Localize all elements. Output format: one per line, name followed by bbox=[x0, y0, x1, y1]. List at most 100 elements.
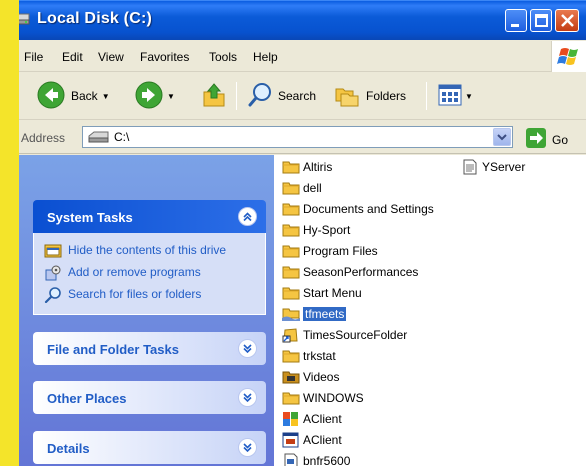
go-arrow-icon bbox=[526, 128, 546, 151]
search-icon bbox=[247, 81, 273, 112]
other-places-header[interactable]: Other Places bbox=[33, 381, 266, 414]
file-name: Videos bbox=[303, 369, 340, 384]
file-folder-tasks-header[interactable]: File and Folder Tasks bbox=[33, 332, 266, 365]
folders-button[interactable]: Folders bbox=[333, 81, 406, 111]
close-button[interactable] bbox=[555, 9, 579, 32]
video-folder-icon bbox=[282, 369, 300, 385]
go-label: Go bbox=[552, 132, 569, 147]
file-name: TimesSourceFolder bbox=[303, 327, 408, 342]
details-group: Details bbox=[33, 431, 266, 464]
file-item[interactable]: WINDOWS bbox=[282, 388, 364, 407]
file-item[interactable]: TimesSourceFolder bbox=[282, 325, 407, 344]
standard-toolbar: Back ▼ ▼ Search Folders ▼ bbox=[0, 72, 586, 120]
views-button[interactable]: ▼ bbox=[437, 81, 473, 111]
details-header[interactable]: Details bbox=[33, 431, 266, 464]
drive-icon bbox=[87, 131, 111, 146]
task-label: Add or remove programs bbox=[68, 265, 201, 279]
folder-icon bbox=[282, 243, 300, 259]
expand-chevron-icon[interactable] bbox=[238, 388, 257, 407]
explorer-window: Local Disk (C:) File Edit View Favorites… bbox=[0, 0, 586, 466]
address-dropdown-button[interactable] bbox=[493, 128, 511, 146]
forward-button[interactable]: ▼ bbox=[135, 81, 175, 111]
toolbar-separator bbox=[426, 82, 427, 110]
file-name: WINDOWS bbox=[303, 390, 364, 405]
expand-chevron-icon[interactable] bbox=[238, 339, 257, 358]
hide-contents-icon bbox=[44, 243, 62, 259]
folder-icon bbox=[282, 264, 300, 280]
file-name: AClient bbox=[303, 411, 342, 426]
file-item[interactable]: AClient bbox=[282, 430, 342, 449]
file-name: Altiris bbox=[303, 159, 333, 174]
file-item[interactable]: Hy-Sport bbox=[282, 220, 350, 239]
file-icon bbox=[282, 453, 300, 466]
file-item[interactable]: trkstat bbox=[282, 346, 336, 365]
task-label: Hide the contents of this drive bbox=[68, 243, 227, 257]
file-item[interactable]: SeasonPerformances bbox=[282, 262, 418, 281]
file-item[interactable]: AClient bbox=[282, 409, 342, 428]
shortcut-icon bbox=[282, 327, 300, 343]
menu-favorites[interactable]: Favorites bbox=[140, 50, 189, 64]
file-name: bnfr5600 bbox=[303, 453, 351, 466]
title-bar[interactable]: Local Disk (C:) bbox=[0, 0, 586, 40]
expand-chevron-icon[interactable] bbox=[238, 438, 257, 457]
file-item[interactable]: Start Menu bbox=[282, 283, 362, 302]
system-tasks-header[interactable]: System Tasks bbox=[33, 200, 266, 233]
task-add-remove-programs[interactable]: Add or remove programs bbox=[44, 265, 255, 281]
file-item[interactable]: YServer bbox=[461, 157, 525, 176]
file-folder-tasks-title: File and Folder Tasks bbox=[47, 342, 179, 357]
address-bar: Address C:\ Go bbox=[0, 121, 586, 154]
task-pane: System Tasks Hide the contents of this d… bbox=[0, 155, 274, 466]
task-search-files[interactable]: Search for files or folders bbox=[44, 287, 255, 304]
task-hide-drive-contents[interactable]: Hide the contents of this drive bbox=[44, 243, 255, 258]
menu-help[interactable]: Help bbox=[253, 50, 278, 64]
window-app-icon bbox=[282, 432, 300, 448]
collapse-chevron-icon[interactable] bbox=[238, 207, 257, 226]
file-item[interactable]: Documents and Settings bbox=[282, 199, 434, 218]
file-name: AClient bbox=[303, 432, 342, 447]
views-dropdown-icon[interactable]: ▼ bbox=[465, 92, 473, 101]
add-remove-programs-icon bbox=[44, 265, 62, 281]
menu-file[interactable]: File bbox=[24, 50, 43, 64]
file-item[interactable]: Program Files bbox=[282, 241, 378, 260]
menu-edit[interactable]: Edit bbox=[62, 50, 83, 64]
menu-view[interactable]: View bbox=[98, 50, 124, 64]
file-list-pane: Altiris dell Documents and Settings Hy-Spor… bbox=[274, 155, 586, 466]
folder-icon bbox=[282, 180, 300, 196]
back-label: Back bbox=[71, 89, 98, 103]
file-item[interactable]: Altiris bbox=[282, 157, 332, 176]
search-label: Search bbox=[278, 89, 317, 103]
address-label: Address bbox=[21, 131, 66, 145]
address-input[interactable]: C:\ bbox=[82, 126, 513, 148]
file-name: tfmeets bbox=[303, 306, 347, 321]
file-item[interactable]: dell bbox=[282, 178, 322, 197]
minimize-button[interactable] bbox=[505, 9, 527, 32]
up-folder-button[interactable] bbox=[201, 81, 227, 111]
folder-icon bbox=[282, 222, 300, 238]
file-name: Documents and Settings bbox=[303, 201, 434, 216]
back-button[interactable]: Back ▼ bbox=[37, 81, 110, 111]
task-label: Search for files or folders bbox=[68, 287, 202, 301]
text-file-icon bbox=[461, 159, 479, 175]
file-item[interactable]: Videos bbox=[282, 367, 339, 386]
folder-icon bbox=[282, 348, 300, 364]
file-item[interactable]: bnfr5600 bbox=[282, 451, 350, 466]
menu-tools[interactable]: Tools bbox=[209, 50, 237, 64]
details-title: Details bbox=[47, 441, 90, 456]
other-places-group: Other Places bbox=[33, 381, 266, 414]
back-dropdown-icon[interactable]: ▼ bbox=[102, 92, 110, 101]
file-item[interactable]: tfmeets bbox=[282, 304, 347, 323]
maximize-button[interactable] bbox=[530, 9, 552, 32]
forward-arrow-icon bbox=[135, 81, 163, 112]
window-title: Local Disk (C:) bbox=[37, 10, 153, 27]
address-value: C:\ bbox=[114, 130, 130, 144]
search-button[interactable]: Search bbox=[247, 81, 316, 111]
file-name: Start Menu bbox=[303, 285, 362, 300]
file-name: YServer bbox=[482, 159, 526, 174]
views-icon bbox=[437, 82, 463, 111]
other-places-title: Other Places bbox=[47, 391, 127, 406]
file-name: Program Files bbox=[303, 243, 378, 258]
folder-icon bbox=[282, 390, 300, 406]
go-button[interactable]: Go bbox=[526, 128, 568, 151]
forward-dropdown-icon[interactable]: ▼ bbox=[167, 92, 175, 101]
system-tasks-title: System Tasks bbox=[47, 210, 133, 225]
